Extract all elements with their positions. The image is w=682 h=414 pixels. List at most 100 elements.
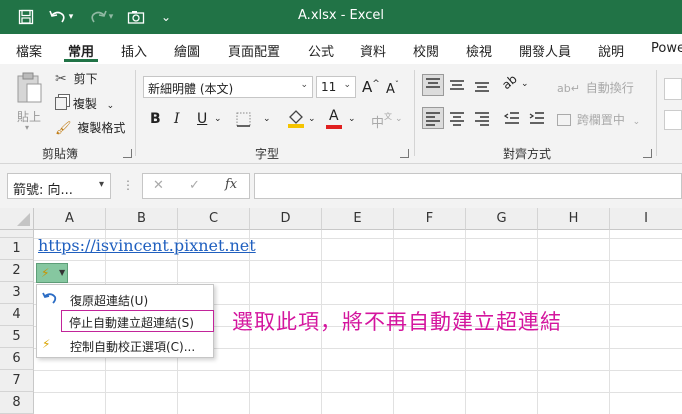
cut-button[interactable]: ✂ 剪下 <box>55 70 98 87</box>
borders-icon[interactable] <box>236 112 251 130</box>
group-divider <box>656 70 657 156</box>
name-box-value: 箭號: 向... <box>13 183 73 198</box>
window-title: A.xlsx - Excel <box>298 8 384 23</box>
tab-review[interactable]: 校閱 <box>413 41 439 60</box>
alignment-group-label: 對齊方式 <box>503 147 552 161</box>
tab-file[interactable]: 檔案 <box>16 41 42 60</box>
select-all-corner[interactable] <box>0 208 34 230</box>
align-middle-icon <box>450 80 464 90</box>
font-name-select[interactable]: 新細明體 (本文) ⌄ <box>143 76 313 98</box>
decrease-indent-button[interactable] <box>502 108 522 131</box>
tab-formulas[interactable]: 公式 <box>308 41 334 60</box>
more-options-icon[interactable]: ⋮ <box>122 178 134 192</box>
cut-label: 剪下 <box>73 72 98 86</box>
column-header-g[interactable]: G <box>466 208 538 230</box>
column-header-f[interactable]: F <box>394 208 466 230</box>
column-header-b[interactable]: B <box>106 208 178 230</box>
merge-center-button: 跨欄置中 ⌄ <box>557 111 640 128</box>
align-top-button[interactable] <box>422 74 444 96</box>
menu-item-autocorrect-options[interactable]: ⚡ 控制自動校正選項(C)... <box>37 334 213 356</box>
tab-developer[interactable]: 開發人員 <box>519 41 571 60</box>
insert-function-icon[interactable]: fx <box>225 177 237 192</box>
copy-icon <box>55 97 67 110</box>
column-header-a[interactable]: A <box>34 208 106 230</box>
grow-font-button[interactable]: A^ <box>362 78 380 96</box>
shrink-font-button[interactable]: Aˇ <box>386 80 399 97</box>
paste-button[interactable]: 貼上 ▾ <box>12 72 46 132</box>
tab-insert[interactable]: 插入 <box>121 41 147 60</box>
format-painter-button[interactable]: 🖌 複製格式 <box>55 119 125 136</box>
chevron-down-icon: ⌄ <box>343 80 351 90</box>
borders-dropdown-icon[interactable]: ⌄ <box>263 114 271 124</box>
merge-cells-icon <box>557 114 571 126</box>
align-center-button[interactable] <box>447 108 467 131</box>
wrap-text-icon: ab↵ <box>557 82 580 95</box>
italic-button[interactable]: I <box>174 111 180 127</box>
alignment-dialog-launcher[interactable] <box>643 149 652 158</box>
column-header-i[interactable]: I <box>610 208 682 230</box>
clipboard-dialog-launcher[interactable] <box>123 149 132 158</box>
clipboard-icon <box>17 72 42 103</box>
row-header-8[interactable]: 8 <box>0 392 34 414</box>
font-color-dropdown-icon[interactable]: ⌄ <box>348 114 356 124</box>
paste-dropdown-icon: ▾ <box>25 123 30 132</box>
column-header-e[interactable]: E <box>322 208 394 230</box>
fill-color-icon[interactable] <box>287 109 305 131</box>
group-divider <box>135 70 136 156</box>
align-left-button[interactable] <box>422 107 444 129</box>
align-bottom-button[interactable] <box>472 75 492 98</box>
title-bar: ▾ ▾ ⌄ A.xlsx - Excel <box>0 0 682 34</box>
increase-indent-icon <box>529 112 544 124</box>
row-header-6[interactable]: 6 <box>0 348 34 370</box>
font-dialog-launcher[interactable] <box>400 149 409 158</box>
format-painter-label: 複製格式 <box>77 121 126 135</box>
menu-item-label: 停止自動建立超連結(S) <box>69 316 194 330</box>
tab-power[interactable]: Powe <box>651 41 682 56</box>
enter-icon[interactable]: ✓ <box>189 178 200 193</box>
row-header-7[interactable]: 7 <box>0 370 34 392</box>
menu-item-undo-hyperlink[interactable]: 復原超連結(U) <box>37 288 213 310</box>
align-middle-button[interactable] <box>447 75 467 98</box>
tab-page-layout[interactable]: 頁面配置 <box>228 41 280 60</box>
tab-home[interactable]: 常用 <box>68 41 94 60</box>
row-header-2[interactable]: 2 <box>0 260 34 282</box>
autocorrect-options-button[interactable]: ⚡ ▼ <box>36 263 68 283</box>
orientation-button[interactable]: ab⌄ <box>499 71 528 93</box>
formula-buttons: ✕ ✓ fx <box>142 173 250 199</box>
row-header-4[interactable]: 4 <box>0 304 34 326</box>
menu-item-stop-auto-hyperlink[interactable]: 停止自動建立超連結(S) <box>61 310 214 332</box>
paintbrush-icon: 🖌 <box>55 121 72 136</box>
underline-button[interactable]: U <box>197 111 207 127</box>
increase-indent-button[interactable] <box>527 108 547 131</box>
align-right-button[interactable] <box>472 108 492 131</box>
cancel-icon[interactable]: ✕ <box>153 178 164 193</box>
cell-a1-hyperlink[interactable]: https://isvincent.pixnet.net <box>38 236 256 255</box>
caret-down-icon: ˇ <box>394 80 399 89</box>
underline-dropdown-icon[interactable]: ⌄ <box>214 114 222 124</box>
tab-view[interactable]: 檢視 <box>466 41 492 60</box>
copy-button[interactable]: 複製 ⌄ <box>55 95 114 112</box>
formula-input[interactable] <box>254 173 682 199</box>
fill-color-dropdown-icon[interactable]: ⌄ <box>308 114 316 124</box>
font-size-select[interactable]: 11 ⌄ <box>316 76 356 98</box>
bold-button[interactable]: B <box>150 111 161 127</box>
number-format-icon <box>664 78 682 100</box>
copy-dropdown-icon: ⌄ <box>106 101 115 111</box>
column-header-c[interactable]: C <box>178 208 250 230</box>
column-header-h[interactable]: H <box>538 208 610 230</box>
menu-item-label: 復原超連結(U) <box>70 294 149 308</box>
row-header-3[interactable]: 3 <box>0 282 34 304</box>
formula-bar: 箭號: 向... ▾ ⋮ ✕ ✓ fx <box>0 164 682 208</box>
column-header-d[interactable]: D <box>250 208 322 230</box>
row-header-5[interactable]: 5 <box>0 326 34 348</box>
font-group-label: 字型 <box>255 147 280 161</box>
name-box[interactable]: 箭號: 向... ▾ <box>7 173 111 199</box>
text-orientation-icon: ab <box>499 71 520 93</box>
phonetic-mark-icon: 文 <box>384 112 393 121</box>
caret-up-icon: ^ <box>372 79 380 89</box>
tab-data[interactable]: 資料 <box>360 41 386 60</box>
row-header-1[interactable]: 1 <box>0 238 34 260</box>
tab-help[interactable]: 說明 <box>598 41 624 60</box>
decrease-indent-icon <box>503 112 519 124</box>
tab-draw[interactable]: 繪圖 <box>174 41 200 60</box>
